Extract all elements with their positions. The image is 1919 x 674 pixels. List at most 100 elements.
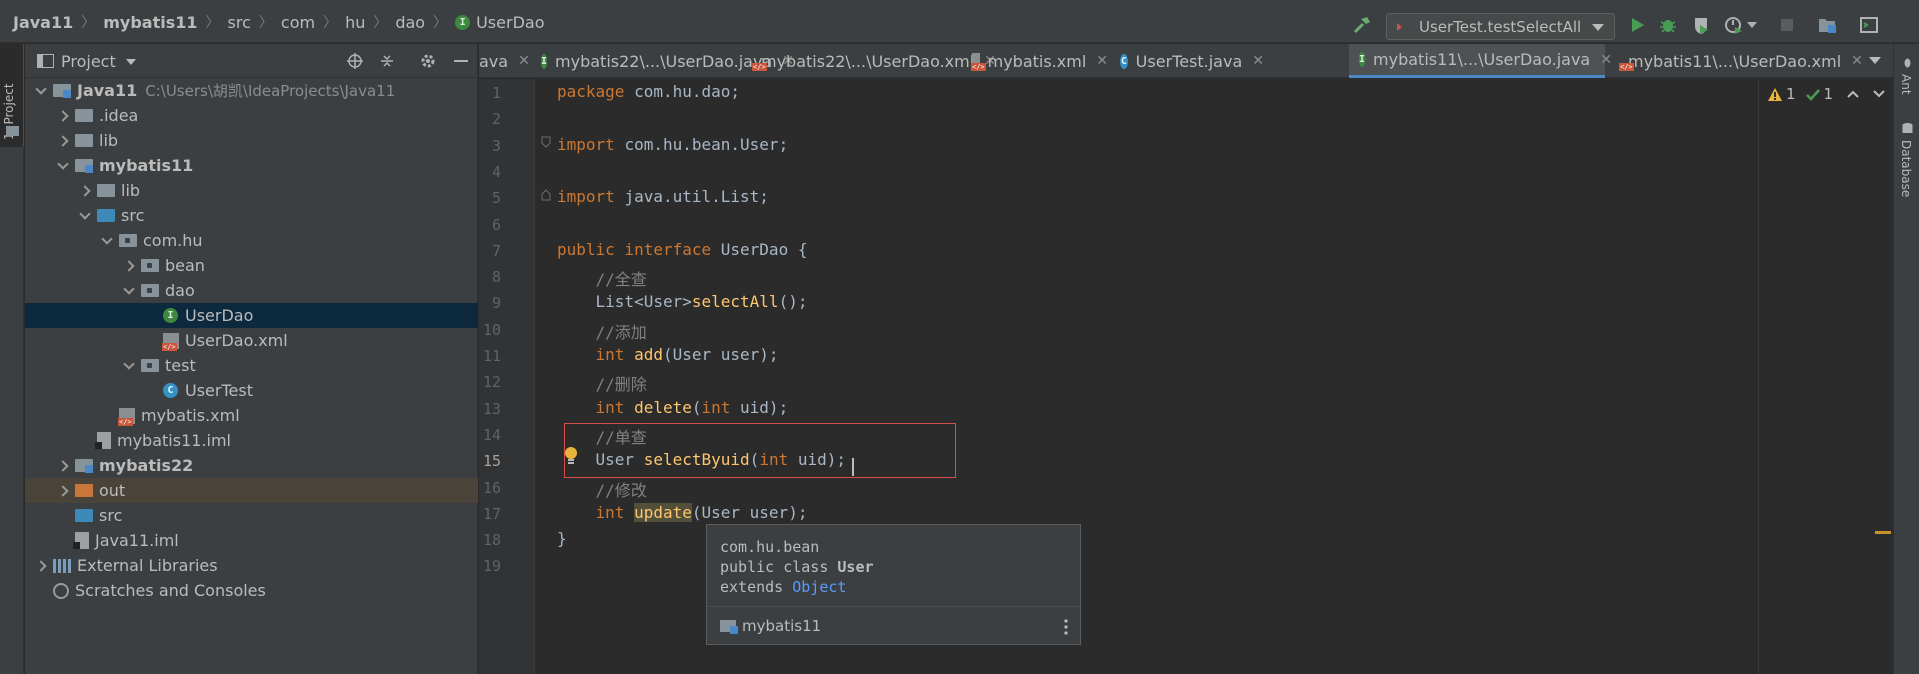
breadcrumb-item[interactable]: Java11 [13,13,73,32]
locate-icon[interactable] [347,53,363,69]
line-number[interactable]: 11 [479,347,501,365]
inspection-widget[interactable]: 1 1 [1768,85,1885,103]
tree-item-src[interactable]: src [25,203,478,228]
database-icon[interactable] [1901,122,1914,135]
tree-item-external-libraries[interactable]: External Libraries [25,553,478,578]
close-icon[interactable]: ✕ [518,53,530,69]
error-stripe-marker[interactable] [1875,531,1891,534]
tree-item-usertest[interactable]: C UserTest [25,378,478,403]
breadcrumb-item[interactable]: src [228,13,251,32]
breadcrumb-item[interactable]: UserDao [476,13,544,32]
build-hammer-icon[interactable] [1352,15,1372,35]
doc-superclass-link[interactable]: Object [792,578,846,596]
tab-mybatis11-userdao-java[interactable]: Imybatis11\...\UserDao.java ✕ [1349,44,1612,78]
run-icon[interactable] [1627,15,1647,35]
breadcrumb-item[interactable]: hu [345,13,365,32]
minimize-icon[interactable] [454,60,468,62]
chevron-right-icon[interactable] [55,133,71,149]
tree-item-lib[interactable]: lib [25,128,478,153]
chevron-right-icon[interactable] [55,458,71,474]
close-icon[interactable]: ✕ [1600,52,1612,68]
code-line[interactable]: //修改 [557,477,647,501]
chevron-down-icon[interactable] [1869,57,1881,64]
profiler-icon[interactable] [1724,15,1744,35]
breadcrumb-item[interactable]: com [281,13,315,32]
code-line[interactable]: int update(User user); [557,502,807,522]
code-line[interactable]: List<User>selectAll(); [557,292,808,311]
tree-item-lib[interactable]: lib [25,178,478,203]
coverage-icon[interactable] [1691,15,1711,35]
project-tool-window-button[interactable]: 1: Project [0,44,24,147]
close-icon[interactable]: ✕ [1096,53,1108,69]
fold-icon[interactable] [541,189,551,201]
tree-item-scratches[interactable]: Scratches and Consoles [25,578,478,603]
run-configuration-select[interactable]: UserTest.testSelectAll [1386,13,1615,40]
more-icon[interactable] [1064,619,1068,635]
line-number[interactable]: 3 [479,137,501,155]
tree-item-com-hu[interactable]: com.hu [25,228,478,253]
close-icon[interactable]: ✕ [1252,53,1264,69]
code-line[interactable]: //添加 [557,319,647,343]
tab-mybatis22-userdao-java[interactable]: Imybatis22\...\UserDao.java ✕ [541,44,794,78]
line-number[interactable]: 19 [479,557,501,575]
chevron-down-icon[interactable] [126,59,136,65]
tab-mybatis11-userdao-xml[interactable]: mybatis11\...\UserDao.xml ✕ [1614,44,1863,78]
tree-item-mybatis11[interactable]: mybatis11 [25,153,478,178]
chevron-down-icon[interactable] [1873,89,1885,99]
line-number[interactable]: 17 [479,505,501,523]
ant-icon[interactable] [1901,56,1914,69]
tree-item-userdao[interactable]: I UserDao [25,303,478,328]
project-structure-icon[interactable] [1817,15,1837,35]
tab-usertest-java[interactable]: C UserTest.java ✕ [1120,44,1264,78]
line-number[interactable]: 14 [479,426,501,444]
breadcrumb-item[interactable]: mybatis11 [103,13,197,32]
line-number[interactable]: 2 [479,110,501,128]
stop-icon[interactable] [1777,15,1797,35]
gear-icon[interactable] [420,53,436,69]
code-line[interactable]: package com.hu.dao; [557,82,740,101]
chevron-down-icon[interactable] [121,358,137,374]
tree-item-idea[interactable]: .idea [25,103,478,128]
tab-mybatis-xml[interactable]: mybatis.xml ✕ [971,44,1108,78]
chevron-down-icon[interactable] [121,283,137,299]
code-line[interactable]: import com.hu.bean.User; [557,135,788,154]
line-number[interactable]: 5 [479,189,501,207]
tree-item-bean[interactable]: bean [25,253,478,278]
tree-item-mybatis-xml[interactable]: mybatis.xml [25,403,478,428]
tree-item-mybatis22[interactable]: mybatis22 [25,453,478,478]
code-line[interactable]: //删除 [557,371,647,395]
tree-item-java11[interactable]: Java11 C:\Users\胡凯\IdeaProjects\Java11 [25,78,478,103]
line-number[interactable]: 1 [479,84,501,102]
debug-icon[interactable] [1658,15,1678,35]
chevron-down-icon[interactable] [77,208,93,224]
code-line[interactable]: public interface UserDao { [557,240,807,259]
line-number[interactable]: 10 [479,321,501,339]
line-number[interactable]: 16 [479,479,501,497]
line-number[interactable]: 15 [479,452,501,470]
chevron-right-icon[interactable] [77,183,93,199]
fold-icon[interactable] [541,136,551,148]
lightbulb-icon[interactable] [564,447,578,465]
line-number[interactable]: 6 [479,216,501,234]
tree-item-mybatis11-iml[interactable]: mybatis11.iml [25,428,478,453]
chevron-right-icon[interactable] [55,483,71,499]
code-line[interactable]: } [557,529,567,548]
line-number[interactable]: 13 [479,400,501,418]
chevron-up-icon[interactable] [1847,89,1859,99]
breadcrumb-item[interactable]: dao [395,13,425,32]
ant-tool-window-button[interactable]: Ant [1899,74,1913,95]
line-number[interactable]: 12 [479,373,501,391]
tree-item-out[interactable]: out [25,478,478,503]
tree-item-src[interactable]: src [25,503,478,528]
chevron-down-icon[interactable] [1747,22,1757,28]
line-number[interactable]: 9 [479,294,501,312]
close-icon[interactable]: ✕ [1851,53,1863,69]
chevron-down-icon[interactable] [55,158,71,174]
chevron-right-icon[interactable] [33,558,49,574]
line-number[interactable]: 7 [479,242,501,260]
tree-item-test[interactable]: test [25,353,478,378]
chevron-down-icon[interactable] [33,83,49,99]
line-number[interactable]: 8 [479,268,501,286]
code-line[interactable]: int add(User user); [557,345,779,364]
code-line[interactable]: int delete(int uid); [557,398,789,417]
